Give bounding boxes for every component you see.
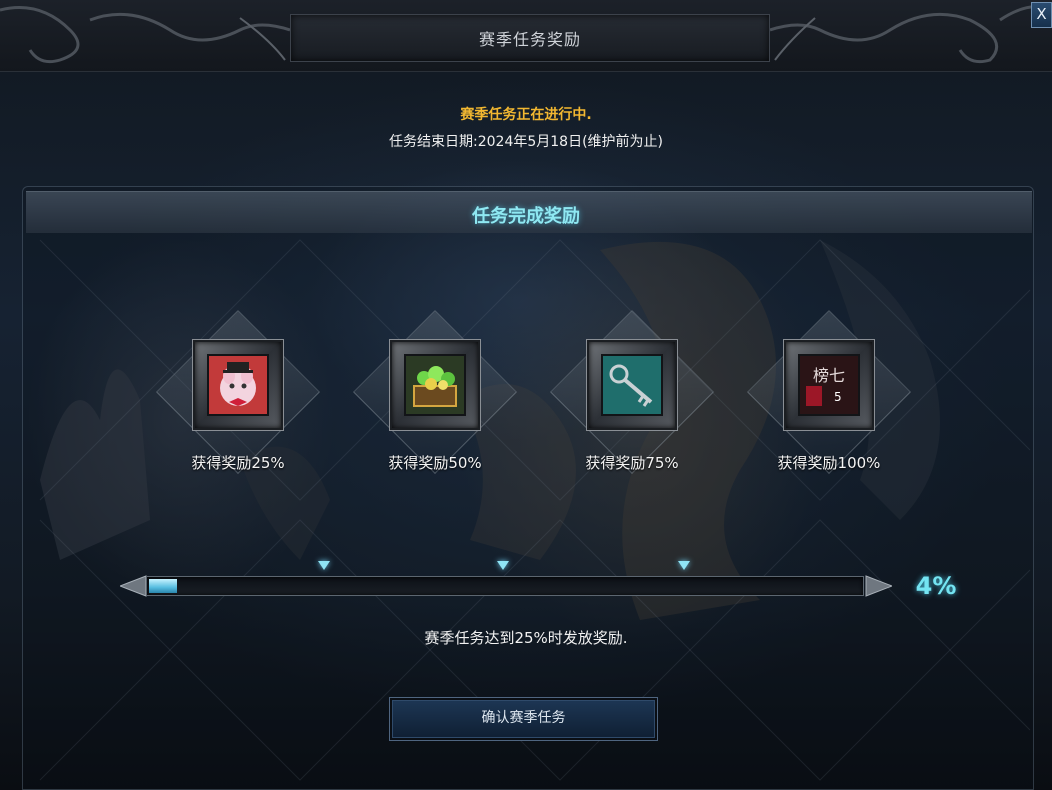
reward-label: 获得奖励25% xyxy=(191,454,285,472)
window-title: 赛季任务奖励 xyxy=(478,30,581,49)
reward-slot-100[interactable]: 榜七 5 获得奖励100% xyxy=(729,292,929,492)
progress-bar xyxy=(146,576,864,596)
treasure-chest-icon[interactable] xyxy=(404,354,466,416)
milestone-marker-50 xyxy=(497,561,509,570)
reward-frame: 榜七 5 xyxy=(784,340,874,430)
reward-hint-text: 赛季任务达到25%时发放奖励. xyxy=(424,629,628,647)
reward-label: 获得奖励50% xyxy=(388,454,482,472)
reward-frame xyxy=(390,340,480,430)
progress-percent: 4% xyxy=(915,572,957,600)
reward-panel-title: 任务完成奖励 xyxy=(472,206,580,227)
milestone-marker-25 xyxy=(318,561,330,570)
reward-slot-50[interactable]: 获得奖励50% xyxy=(335,292,535,492)
close-button[interactable]: X xyxy=(1031,2,1052,28)
right-ornament xyxy=(770,5,1052,64)
mission-end-date: 任务结束日期:2024年5月18日(维护前为止) xyxy=(389,134,663,150)
progress-right-cap xyxy=(865,575,892,597)
title-badge-icon[interactable]: 榜七 5 xyxy=(798,354,860,416)
key-icon[interactable] xyxy=(601,354,663,416)
left-ornament xyxy=(0,6,290,64)
reward-frame xyxy=(587,340,677,430)
pink-cat-costume-icon[interactable] xyxy=(207,354,269,416)
title-badge-text: 榜七 xyxy=(812,366,845,385)
reward-frame xyxy=(193,340,283,430)
reward-slot-25[interactable]: 获得奖励25% xyxy=(138,292,338,492)
season-status-text: 赛季任务正在进行中. xyxy=(460,107,592,123)
progress-fill xyxy=(149,579,177,593)
title-badge-red-mark xyxy=(806,386,822,406)
reward-slot-75[interactable]: 获得奖励75% xyxy=(532,292,732,492)
reward-count: 5 xyxy=(834,390,842,404)
reward-label: 获得奖励75% xyxy=(585,454,679,472)
milestone-marker-75 xyxy=(678,561,690,570)
reward-label: 获得奖励100% xyxy=(777,454,881,472)
confirm-season-mission-button[interactable]: 确认赛季任务 xyxy=(390,698,657,740)
